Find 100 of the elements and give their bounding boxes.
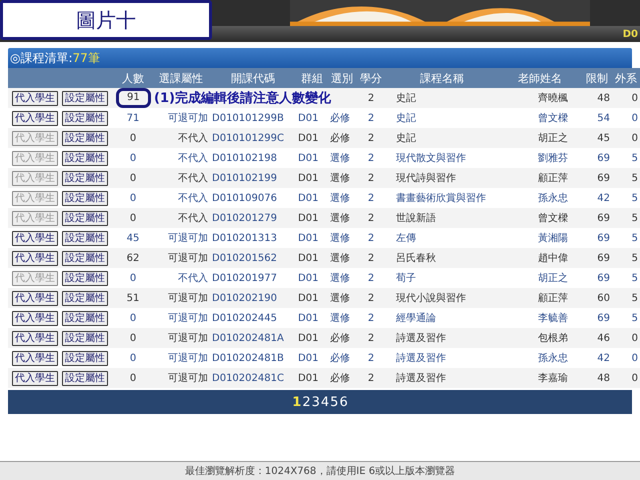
set-attribute-button[interactable]: 設定屬性: [62, 170, 108, 186]
table-cell: 69: [597, 212, 610, 224]
table-cell: D01: [298, 172, 318, 184]
inject-students-button[interactable]: 代入學生: [12, 290, 58, 306]
table-cell: 可退可加: [168, 233, 208, 244]
table-cell: 0: [632, 372, 638, 384]
set-attribute-button[interactable]: 設定屬性: [62, 250, 108, 266]
table-cell: 選修: [330, 313, 350, 324]
table-cell: 2: [368, 192, 374, 204]
column-header: 外系: [612, 68, 640, 88]
table-cell: 可退可加: [168, 313, 208, 324]
set-attribute-button[interactable]: 設定屬性: [62, 210, 108, 226]
table-cell: 0: [130, 192, 136, 204]
table-cell: 選修: [330, 173, 350, 184]
inject-students-button[interactable]: 代入學生: [12, 230, 58, 246]
table-cell: 不代入: [178, 273, 208, 284]
table-cell: 0: [130, 332, 136, 344]
course-code-link[interactable]: D010202445: [212, 312, 277, 324]
page-link[interactable]: 2: [302, 394, 311, 410]
table-cell: 孫永忠: [538, 193, 568, 204]
table-cell: 2: [368, 352, 374, 364]
table-cell: 選修: [330, 193, 350, 204]
set-attribute-button[interactable]: 設定屬性: [62, 350, 108, 366]
inject-students-button[interactable]: 代入學生: [12, 110, 58, 126]
inject-students-button[interactable]: 代入學生: [12, 370, 58, 386]
table-cell: 2: [368, 232, 374, 244]
table-cell: 0: [632, 112, 638, 124]
table-cell: 69: [597, 172, 610, 184]
column-header: 老師姓名: [498, 68, 582, 88]
table-cell: 現代小說與習作: [396, 293, 466, 304]
table-cell: 選修: [330, 293, 350, 304]
table-cell: 0: [130, 312, 136, 324]
column-header: 人數: [114, 68, 152, 88]
table-cell: 胡正之: [538, 273, 568, 284]
inject-students-button[interactable]: 代入學生: [12, 250, 58, 266]
table-cell: D01: [298, 332, 318, 344]
footer-text: 最佳瀏覽解析度：1024X768，請使用IE 6或以上版本瀏覽器: [184, 464, 456, 478]
table-cell: 必修: [330, 113, 350, 124]
table-cell: 0: [632, 92, 638, 104]
course-code-link[interactable]: D010101299B: [212, 112, 284, 124]
table-cell: 2: [368, 172, 374, 184]
table-cell: 不代入: [178, 133, 208, 144]
course-code-link[interactable]: D010109076: [212, 192, 277, 204]
set-attribute-button[interactable]: 設定屬性: [62, 130, 108, 146]
table-cell: 必修: [330, 353, 350, 364]
table-cell: 2: [368, 332, 374, 344]
table-cell: 0: [130, 272, 136, 284]
table-cell: 0: [130, 352, 136, 364]
table-cell: 5: [632, 272, 638, 284]
figure-label: 圖片十: [0, 0, 212, 40]
table-cell: 包根弟: [538, 333, 568, 344]
table-cell: 黃湘陽: [538, 233, 568, 244]
course-code-link[interactable]: D010201977: [212, 272, 277, 284]
set-attribute-button[interactable]: 設定屬性: [62, 90, 108, 106]
table-cell: 劉雅芬: [538, 153, 568, 164]
set-attribute-button[interactable]: 設定屬性: [62, 270, 108, 286]
table-cell: 經學通論: [396, 313, 436, 324]
table-cell: 0: [632, 132, 638, 144]
table-cell: 趙中偉: [538, 253, 568, 264]
table-cell: 齊曉楓: [538, 93, 568, 104]
course-code-link[interactable]: D010201313: [212, 232, 277, 244]
table-cell: 現代詩與習作: [396, 173, 456, 184]
course-code-link[interactable]: D010202481B: [212, 352, 284, 364]
table-cell: 5: [632, 232, 638, 244]
table-cell: 2: [368, 212, 374, 224]
inject-students-button[interactable]: 代入學生: [12, 330, 58, 346]
inject-students-button[interactable]: 代入學生: [12, 310, 58, 326]
set-attribute-button[interactable]: 設定屬性: [62, 330, 108, 346]
table-cell: 69: [597, 272, 610, 284]
page-link[interactable]: 4: [320, 394, 330, 410]
inject-students-button[interactable]: 代入學生: [12, 90, 58, 106]
inject-students-button[interactable]: 代入學生: [12, 350, 58, 366]
page-link[interactable]: 3: [312, 394, 320, 410]
table-cell: 0: [130, 152, 136, 164]
set-attribute-button[interactable]: 設定屬性: [62, 370, 108, 386]
table-cell: 選修: [330, 213, 350, 224]
page-link[interactable]: 5: [330, 394, 338, 410]
table-cell: 可退可加: [168, 373, 208, 384]
set-attribute-button[interactable]: 設定屬性: [62, 290, 108, 306]
column-header: 開課代碼: [210, 68, 296, 88]
course-code-link[interactable]: D010102198: [212, 152, 277, 164]
set-attribute-button[interactable]: 設定屬性: [62, 110, 108, 126]
set-attribute-button[interactable]: 設定屬性: [62, 310, 108, 326]
table-cell: D01: [298, 212, 318, 224]
set-attribute-button[interactable]: 設定屬性: [62, 190, 108, 206]
table-cell: 可退可加: [168, 293, 208, 304]
set-attribute-button[interactable]: 設定屬性: [62, 230, 108, 246]
table-cell: 書畫藝術欣賞與習作: [396, 193, 486, 204]
table-cell: 不代入: [178, 173, 208, 184]
page-link[interactable]: 1: [292, 394, 302, 410]
table-cell: 48: [597, 92, 610, 104]
set-attribute-button[interactable]: 設定屬性: [62, 150, 108, 166]
table-cell: 48: [597, 372, 610, 384]
table-cell: 詩選及習作: [396, 353, 446, 364]
table-cell: 胡正之: [538, 133, 568, 144]
table-cell: 5: [632, 172, 638, 184]
page-link[interactable]: 6: [339, 394, 348, 410]
table-cell: 2: [368, 152, 374, 164]
table-cell: 0: [130, 172, 136, 184]
table-cell: 現代散文與習作: [396, 153, 466, 164]
